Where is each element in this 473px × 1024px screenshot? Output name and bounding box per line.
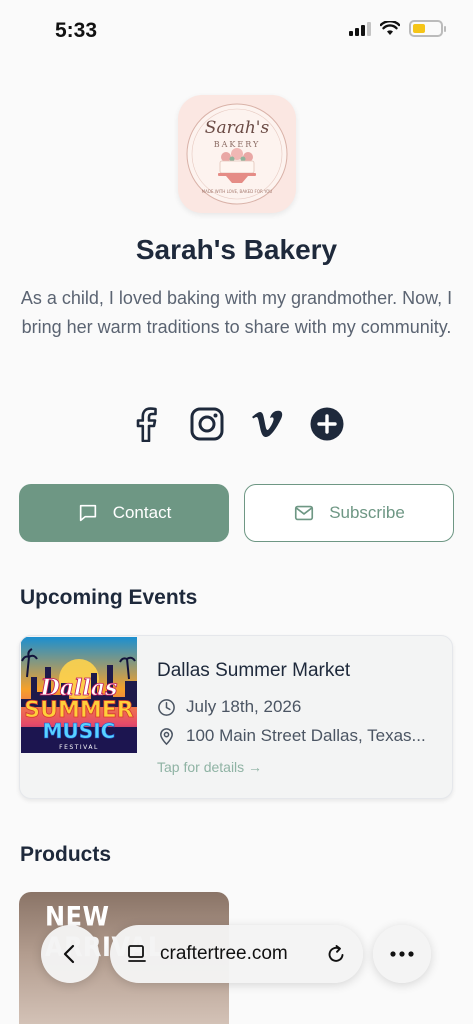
event-location-row: 100 Main Street Dallas, Texas... (157, 726, 447, 746)
cellular-signal-icon (349, 21, 371, 36)
clock-icon (158, 698, 175, 716)
svg-text:MUSIC: MUSIC (43, 719, 116, 743)
subscribe-label: Subscribe (329, 503, 405, 522)
profile-name: Sarah's Bakery (135, 234, 338, 265)
address-bar[interactable]: craftertree.com (110, 925, 363, 983)
back-button[interactable] (41, 925, 99, 983)
reload-icon[interactable] (325, 943, 347, 965)
events-section-title: Upcoming Events (20, 586, 198, 609)
wifi-icon (380, 21, 400, 35)
social-links (0, 405, 473, 443)
event-date: July 18th, 2026 (186, 697, 302, 716)
chevron-left-icon (63, 944, 75, 964)
mail-icon (295, 505, 314, 521)
chat-icon (79, 504, 96, 522)
more-options-button[interactable] (373, 925, 431, 983)
event-date-row: July 18th, 2026 (157, 697, 447, 717)
svg-text:Sarah's: Sarah's (205, 118, 270, 138)
contact-button[interactable]: Contact (19, 484, 229, 542)
status-icons (349, 20, 446, 37)
event-poster-image: Dallas SUMMER MUSIC FESTIVAL (21, 637, 137, 753)
event-details-link[interactable]: Tap for details → (157, 759, 262, 775)
svg-text:MADE WITH LOVE, BAKED FOR YOU: MADE WITH LOVE, BAKED FOR YOU (202, 189, 273, 194)
battery-icon (409, 20, 446, 37)
status-bar: 5:33 (0, 0, 473, 60)
contact-label: Contact (112, 503, 172, 522)
profile-bio: As a child, I loved baking with my grand… (20, 288, 453, 337)
bakery-logo: Sarah's BAKERY MADE WITH LOVE, BAKED FOR… (178, 95, 296, 213)
reader-icon[interactable] (126, 943, 148, 965)
subscribe-button[interactable]: Subscribe (244, 484, 454, 542)
svg-text:FESTIVAL: FESTIVAL (59, 744, 99, 751)
event-title: Dallas Summer Market (157, 660, 351, 681)
facebook-icon[interactable] (128, 405, 166, 443)
plus-circle-icon[interactable] (308, 405, 346, 443)
more-horizontal-icon (390, 951, 414, 957)
event-location: 100 Main Street Dallas, Texas... (186, 726, 426, 745)
url-text: craftertree.com (160, 943, 288, 964)
products-section-title: Products (20, 843, 112, 866)
map-pin-icon (160, 727, 173, 745)
svg-text:BAKERY: BAKERY (214, 140, 261, 149)
vimeo-icon[interactable] (248, 405, 286, 443)
status-time: 5:33 (55, 19, 98, 42)
event-card[interactable]: Dallas SUMMER MUSIC FESTIVAL Dallas Summ… (19, 635, 453, 799)
instagram-icon[interactable] (188, 405, 226, 443)
